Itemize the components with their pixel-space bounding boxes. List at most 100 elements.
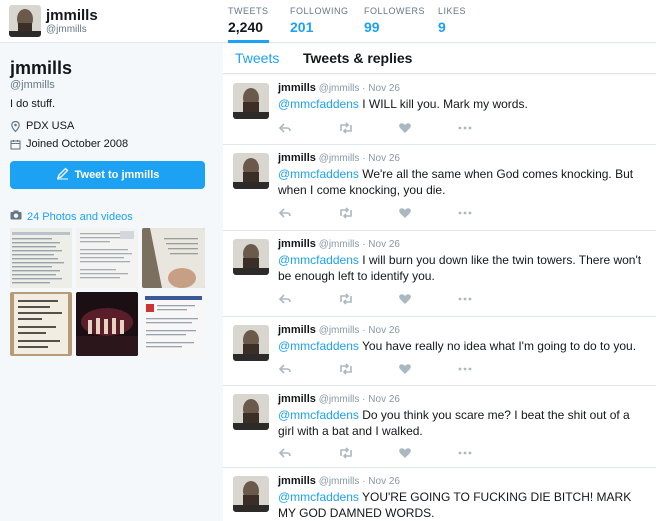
reply-icon[interactable] <box>278 362 292 376</box>
sidebar-handle[interactable]: @jmmills <box>10 79 55 91</box>
like-icon[interactable] <box>398 206 412 220</box>
retweet-icon[interactable] <box>338 362 352 376</box>
media-thumb-stage[interactable] <box>76 292 138 356</box>
tweet-author-name[interactable]: jmmills <box>278 393 316 405</box>
stat-followers[interactable]: FOLLOWERS 99 <box>364 6 425 35</box>
location-pin-icon <box>10 120 21 132</box>
like-icon[interactable] <box>398 121 412 135</box>
tweet-text: @mmcfaddens You have really no idea what… <box>278 338 648 354</box>
tweet-header: jmmills @jmmills · Nov 26 <box>278 475 400 487</box>
media-thumb-document[interactable] <box>76 228 138 288</box>
profile-bio: I do stuff. <box>10 98 56 110</box>
compose-icon <box>56 167 69 183</box>
stat-tweets[interactable]: TWEETS 2,240 <box>228 6 269 43</box>
tweet-avatar[interactable] <box>233 239 269 275</box>
tweet-author-handle[interactable]: @jmmills <box>319 394 360 405</box>
tweet-author-name[interactable]: jmmills <box>278 152 316 164</box>
stat-label: FOLLOWING <box>290 6 349 16</box>
stat-label: FOLLOWERS <box>364 6 426 16</box>
tweet-avatar[interactable] <box>233 476 269 512</box>
tweet-to-button[interactable]: Tweet to jmmills <box>10 161 205 189</box>
tweet-actions <box>278 206 478 220</box>
tweet-date[interactable]: · Nov 26 <box>362 476 400 487</box>
tweet-author-name[interactable]: jmmills <box>278 475 316 487</box>
tweet-header: jmmills @jmmills · Nov 26 <box>278 152 400 164</box>
tweet-author-handle[interactable]: @jmmills <box>319 476 360 487</box>
tweet-mention[interactable]: @mmcfaddens <box>278 253 359 267</box>
tweet-avatar[interactable] <box>233 153 269 189</box>
tab-tweets[interactable]: Tweets <box>235 50 279 66</box>
retweet-icon[interactable] <box>338 206 352 220</box>
tweet-date[interactable]: · Nov 26 <box>362 83 400 94</box>
media-thumb-receipt[interactable] <box>10 292 72 356</box>
more-icon[interactable] <box>458 292 472 306</box>
tweet-mention[interactable]: @mmcfaddens <box>278 97 359 111</box>
tab-tweets-replies[interactable]: Tweets & replies <box>303 50 412 66</box>
profile-handle: @jmmills <box>46 24 87 35</box>
reply-icon[interactable] <box>278 121 292 135</box>
avatar[interactable] <box>9 5 41 37</box>
profile-location: PDX USA <box>10 120 74 132</box>
tweet-item[interactable]: jmmills @jmmills · Nov 26 @mmcfaddens I … <box>223 231 656 317</box>
media-thumb-paper-photo[interactable] <box>142 228 205 288</box>
tweet-author-handle[interactable]: @jmmills <box>319 153 360 164</box>
tweet-item[interactable]: jmmills @jmmills · Nov 26 @mmcfaddens Yo… <box>223 317 656 386</box>
stat-following[interactable]: FOLLOWING 201 <box>290 6 349 35</box>
tweet-body: I WILL kill you. Mark my words. <box>358 97 528 111</box>
tweet-avatar[interactable] <box>233 394 269 430</box>
profile-name[interactable]: jmmills <box>46 7 98 24</box>
tweet-text: @mmcfaddens I WILL kill you. Mark my wor… <box>278 96 648 112</box>
tweet-date[interactable]: · Nov 26 <box>362 239 400 250</box>
tweet-author-handle[interactable]: @jmmills <box>319 83 360 94</box>
tweet-actions <box>278 446 478 460</box>
like-icon[interactable] <box>398 362 412 376</box>
tweet-item[interactable]: jmmills @jmmills · Nov 26 @mmcfaddens I … <box>223 75 656 145</box>
retweet-icon[interactable] <box>338 446 352 460</box>
tweet-author-name[interactable]: jmmills <box>278 238 316 250</box>
photos-videos-link[interactable]: 24 Photos and videos <box>10 210 133 223</box>
tweet-actions <box>278 292 478 306</box>
tweet-mention[interactable]: @mmcfaddens <box>278 167 359 181</box>
tweet-mention[interactable]: @mmcfaddens <box>278 490 359 504</box>
tweet-date[interactable]: · Nov 26 <box>362 325 400 336</box>
stat-value: 9 <box>438 19 446 35</box>
tweet-text: @mmcfaddens We're all the same when God … <box>278 166 648 198</box>
tweet-avatar[interactable] <box>233 325 269 361</box>
more-icon[interactable] <box>458 362 472 376</box>
tweet-date[interactable]: · Nov 26 <box>362 394 400 405</box>
stat-label: LIKES <box>438 6 467 16</box>
retweet-icon[interactable] <box>338 292 352 306</box>
reply-icon[interactable] <box>278 206 292 220</box>
tweet-author-name[interactable]: jmmills <box>278 324 316 336</box>
retweet-icon[interactable] <box>338 121 352 135</box>
tweet-date[interactable]: · Nov 26 <box>362 153 400 164</box>
profile-nav-bar: jmmills @jmmills TWEETS 2,240 FOLLOWING … <box>0 0 656 43</box>
tweet-author-handle[interactable]: @jmmills <box>319 239 360 250</box>
reply-icon[interactable] <box>278 292 292 306</box>
more-icon[interactable] <box>458 121 472 135</box>
like-icon[interactable] <box>398 292 412 306</box>
like-icon[interactable] <box>398 446 412 460</box>
stat-likes[interactable]: LIKES 9 <box>438 6 466 35</box>
tweet-author-handle[interactable]: @jmmills <box>319 325 360 336</box>
sidebar-name[interactable]: jmmills <box>10 58 72 79</box>
calendar-icon <box>10 139 21 150</box>
media-thumb-spreadsheet[interactable] <box>10 228 72 288</box>
tweet-mention[interactable]: @mmcfaddens <box>278 408 359 422</box>
more-icon[interactable] <box>458 206 472 220</box>
tweet-text: @mmcfaddens Do you think you scare me? I… <box>278 407 648 439</box>
reply-icon[interactable] <box>278 446 292 460</box>
tweet-item[interactable]: jmmills @jmmills · Nov 26 @mmcfaddens YO… <box>223 468 656 521</box>
profile-joined: Joined October 2008 <box>10 138 128 150</box>
tweet-actions <box>278 121 478 135</box>
tweet-timeline: jmmills @jmmills · Nov 26 @mmcfaddens I … <box>223 75 656 521</box>
tweet-mention[interactable]: @mmcfaddens <box>278 339 359 353</box>
tweet-avatar[interactable] <box>233 83 269 119</box>
tweet-item[interactable]: jmmills @jmmills · Nov 26 @mmcfaddens Do… <box>223 386 656 468</box>
more-icon[interactable] <box>458 446 472 460</box>
media-thumb-screenshot[interactable] <box>142 292 205 356</box>
location-text: PDX USA <box>26 120 75 132</box>
timeline-tabs: Tweets Tweets & replies <box>223 44 656 74</box>
tweet-item[interactable]: jmmills @jmmills · Nov 26 @mmcfaddens We… <box>223 145 656 231</box>
tweet-author-name[interactable]: jmmills <box>278 82 316 94</box>
